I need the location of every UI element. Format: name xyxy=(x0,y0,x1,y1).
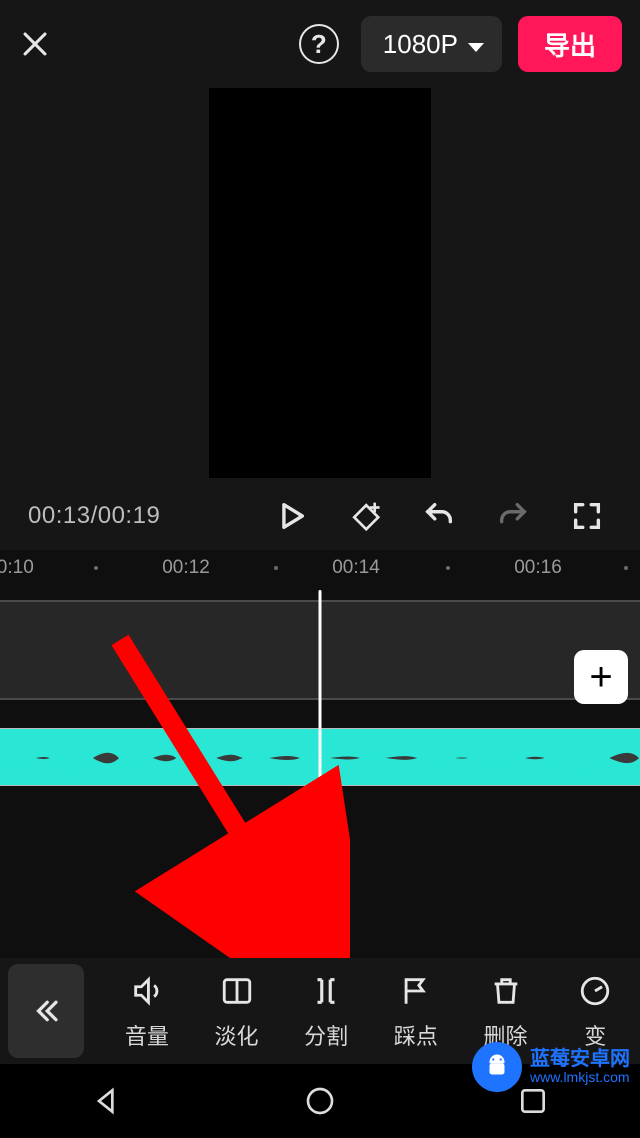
ruler-tick: 00:16 xyxy=(514,557,562,579)
volume-icon xyxy=(127,971,167,1011)
watermark-title: 蓝莓安卓网 xyxy=(530,1049,630,1070)
play-icon[interactable] xyxy=(266,491,316,541)
ruler-tick: 00:12 xyxy=(162,557,210,579)
resolution-label: 1080P xyxy=(383,29,458,60)
tool-label: 音量 xyxy=(125,1019,169,1051)
tool-delete[interactable]: 删除 xyxy=(461,971,551,1051)
export-label: 导出 xyxy=(544,26,596,63)
help-icon[interactable]: ? xyxy=(299,24,339,64)
ruler-dot xyxy=(624,566,628,570)
collapse-tools-button[interactable] xyxy=(8,964,84,1058)
preview-canvas xyxy=(209,88,431,478)
trash-icon xyxy=(486,971,526,1011)
total-time: 00:19 xyxy=(98,502,161,529)
preview-area[interactable] xyxy=(0,88,640,478)
export-button[interactable]: 导出 xyxy=(518,16,622,72)
fade-icon xyxy=(217,971,257,1011)
redo-icon[interactable] xyxy=(488,491,538,541)
watermark: 蓝莓安卓网 www.lmkjst.com xyxy=(472,1042,630,1092)
resolution-select[interactable]: 1080P xyxy=(361,16,502,72)
ruler-tick: 00:10 xyxy=(0,557,34,579)
android-icon xyxy=(472,1042,522,1092)
ruler-dot xyxy=(274,566,278,570)
top-bar: ? 1080P 导出 xyxy=(0,0,640,88)
current-time: 00:13 xyxy=(28,502,91,529)
tool-beat[interactable]: 踩点 xyxy=(371,971,461,1051)
tool-fade[interactable]: 淡化 xyxy=(192,971,282,1051)
video-editor-screen: ? 1080P 导出 00:13/00:19 xyxy=(0,0,640,1138)
tool-split[interactable]: 分割 xyxy=(281,971,371,1051)
keyframe-add-icon[interactable] xyxy=(340,491,390,541)
tool-label: 踩点 xyxy=(394,1019,438,1051)
undo-icon[interactable] xyxy=(414,491,464,541)
flag-icon xyxy=(396,971,436,1011)
tool-speed[interactable]: 变 xyxy=(550,971,640,1051)
speed-icon xyxy=(575,971,615,1011)
transport-bar: 00:13/00:19 xyxy=(0,488,640,544)
add-clip-button[interactable]: + xyxy=(574,650,628,704)
tool-label: 分割 xyxy=(304,1019,348,1051)
tool-volume[interactable]: 音量 xyxy=(102,971,192,1051)
tool-list[interactable]: 音量 淡化 分割 踩点 xyxy=(84,971,640,1051)
nav-home-icon[interactable] xyxy=(260,1085,380,1117)
close-icon[interactable] xyxy=(18,27,52,61)
watermark-url: www.lmkjst.com xyxy=(530,1070,630,1085)
split-icon xyxy=(306,971,346,1011)
nav-back-icon[interactable] xyxy=(47,1085,167,1117)
tool-label: 淡化 xyxy=(215,1019,259,1051)
fullscreen-icon[interactable] xyxy=(562,491,612,541)
timeline[interactable]: 00:10 00:12 00:14 00:16 + xyxy=(0,550,640,958)
plus-icon: + xyxy=(589,655,612,700)
timecode: 00:13/00:19 xyxy=(28,502,160,530)
ruler-dot xyxy=(446,566,450,570)
ruler-dot xyxy=(94,566,98,570)
ruler-tick: 00:14 xyxy=(332,557,380,579)
playhead[interactable] xyxy=(319,590,322,950)
time-ruler[interactable]: 00:10 00:12 00:14 00:16 xyxy=(0,550,640,586)
chevron-down-icon xyxy=(468,29,484,60)
